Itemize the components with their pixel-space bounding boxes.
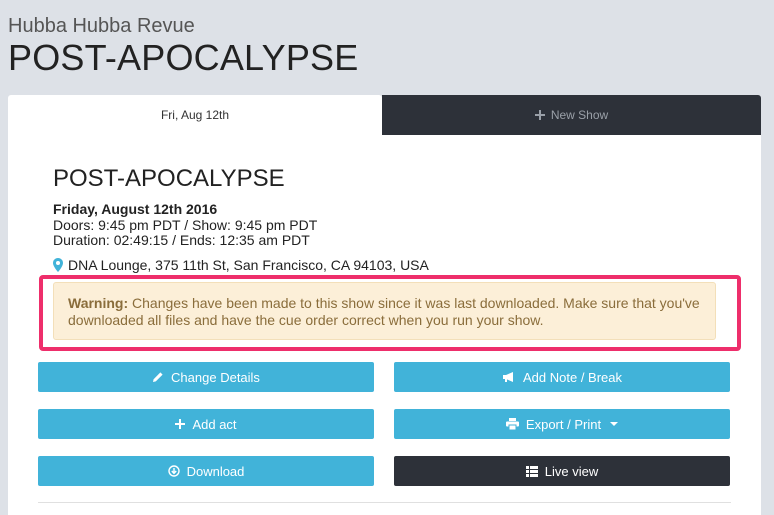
map-pin-icon	[53, 258, 63, 272]
change-details-button[interactable]: Change Details	[38, 362, 374, 392]
add-note-break-button[interactable]: Add Note / Break	[394, 362, 730, 392]
button-label: Add Note / Break	[523, 369, 622, 385]
tab-label: New Show	[550, 108, 609, 122]
tab-fri-aug-12th[interactable]: Fri, Aug 12th	[8, 95, 382, 135]
show-title: POST-APOCALYPSE	[53, 165, 285, 192]
add-act-button[interactable]: Add act	[38, 409, 374, 439]
plus-icon	[175, 419, 186, 429]
warning-message: Changes have been made to this show sinc…	[68, 295, 700, 328]
download-button[interactable]: Download	[38, 456, 374, 486]
warning-label: Warning:	[68, 295, 129, 311]
tab-new-show[interactable]: New Show	[382, 95, 761, 135]
bullhorn-icon	[503, 372, 513, 382]
divider	[38, 502, 731, 503]
plus-icon	[534, 110, 545, 120]
live-view-button[interactable]: Live view	[394, 456, 730, 486]
show-tabs: Fri, Aug 12th New Show	[8, 95, 761, 135]
page-header: Hubba Hubba Revue POST-APOCALYPSE	[8, 14, 358, 78]
button-label: Change Details	[171, 369, 260, 385]
list-icon	[525, 465, 538, 477]
show-times: Doors: 9:45 pm PDT / Show: 9:45 pm PDT	[53, 217, 318, 233]
show-duration: Duration: 02:49:15 / Ends: 12:35 am PDT	[53, 232, 310, 248]
page-title: POST-APOCALYPSE	[8, 37, 359, 78]
org-name: Hubba Hubba Revue	[8, 15, 195, 37]
show-panel: POST-APOCALYPSE Friday, August 12th 2016…	[8, 135, 761, 515]
printer-icon	[505, 418, 519, 430]
button-label: Download	[186, 463, 245, 479]
tab-label: Fri, Aug 12th	[160, 108, 230, 122]
show-date: Friday, August 12th 2016	[53, 201, 218, 217]
caret-down-icon	[610, 422, 619, 426]
venue-address: DNA Lounge, 375 11th St, San Francisco, …	[68, 257, 429, 273]
export-print-button[interactable]: Export / Print	[394, 409, 730, 439]
download-circle-icon	[167, 465, 180, 477]
pencil-icon	[153, 372, 163, 382]
venue: DNA Lounge, 375 11th St, San Francisco, …	[53, 257, 429, 273]
button-label: Export / Print	[525, 416, 602, 432]
button-label: Add act	[192, 416, 237, 432]
button-label: Live view	[544, 463, 599, 479]
warning-alert: Warning: Changes have been made to this …	[53, 282, 716, 340]
